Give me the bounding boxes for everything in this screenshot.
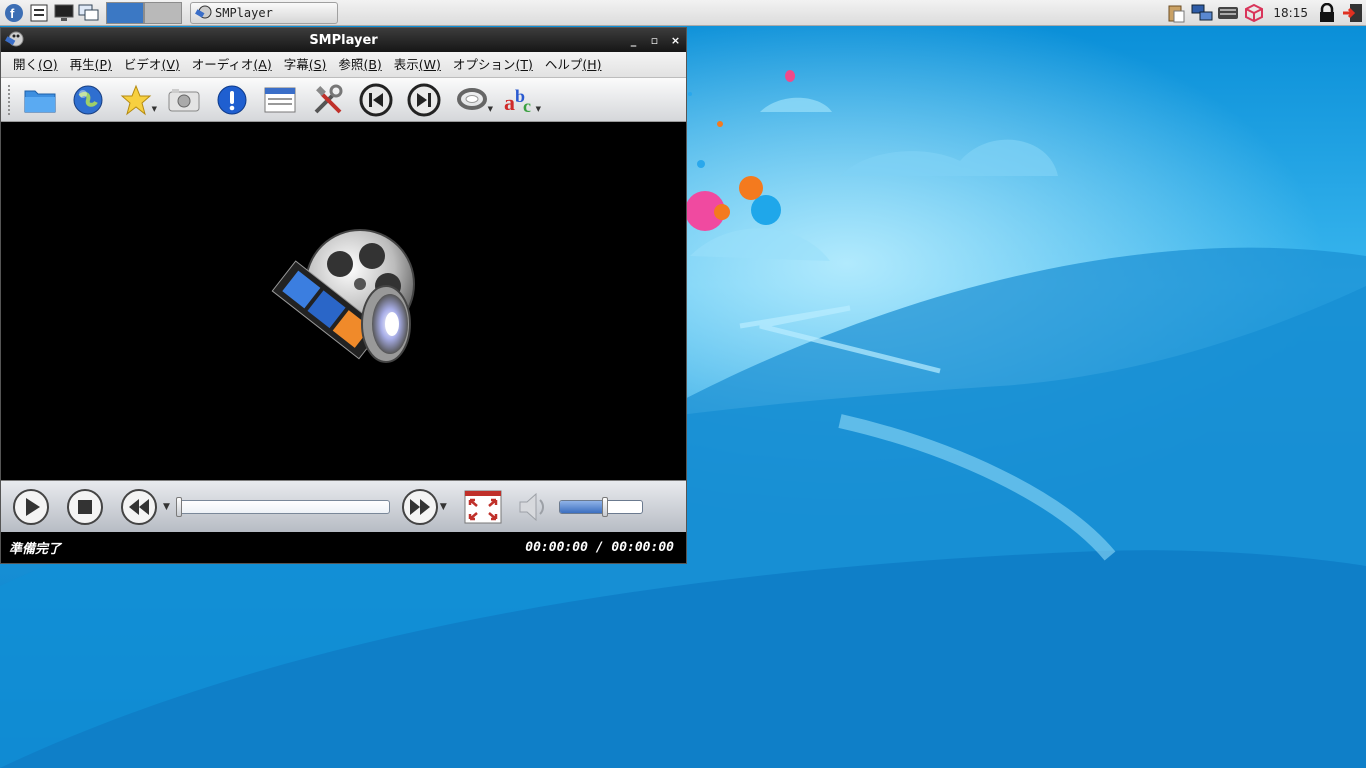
status-bar: 準備完了 00:00:00 / 00:00:00 — [1, 532, 686, 562]
svg-text:a: a — [504, 90, 515, 115]
seek-slider[interactable] — [175, 496, 390, 517]
window-title: SMPlayer — [309, 32, 378, 48]
taskbar-button-label: SMPlayer — [215, 5, 273, 20]
top-panel: f SMPlayer 18:15 — [0, 0, 1366, 26]
menu-view[interactable]: 表示(W) — [388, 53, 447, 77]
menu-open[interactable]: 開く(O) — [7, 53, 64, 77]
volume-handle[interactable] — [601, 496, 608, 517]
smplayer-logo-icon — [271, 229, 415, 363]
monitor-icon[interactable] — [53, 2, 75, 24]
stop-icon — [67, 488, 103, 525]
menu-bar: 開く(O) 再生(P) ビデオ(V) オーディオ(A) 字幕(S) 参照(B) … — [1, 52, 686, 78]
tools-icon — [314, 84, 343, 113]
info-icon — [217, 85, 247, 114]
skip-next-icon — [407, 83, 441, 116]
volume-fill — [559, 500, 605, 513]
camera-icon — [168, 88, 200, 111]
fedora-logo-icon[interactable]: f — [3, 2, 25, 24]
rewind-button[interactable] — [119, 487, 159, 527]
chevron-down-icon[interactable]: ▼ — [536, 105, 541, 113]
skip-previous-icon — [359, 83, 393, 116]
fast-forward-icon — [401, 488, 438, 525]
smplayer-icon — [195, 5, 212, 18]
open-url-button[interactable] — [67, 81, 109, 119]
package-icon[interactable] — [1243, 2, 1265, 24]
svg-text:c: c — [523, 96, 531, 116]
window-titlebar[interactable]: SMPlayer _ ▫ × — [1, 28, 686, 52]
folder-icon — [24, 90, 56, 112]
menu-subtitles[interactable]: 字幕(S) — [278, 53, 333, 77]
menu-browse[interactable]: 参照(B) — [332, 53, 387, 77]
stop-button[interactable] — [65, 487, 105, 527]
globe-icon — [73, 85, 103, 114]
screenshot-button[interactable] — [163, 81, 205, 119]
volume-slider[interactable] — [558, 496, 643, 517]
star-icon — [120, 84, 152, 115]
smplayer-window: SMPlayer _ ▫ × 開く(O) 再生(P) ビデオ(V) オーディオ(… — [0, 27, 687, 564]
rewind-menu-chevron-down-icon[interactable]: ▼ — [163, 502, 170, 512]
workspace-2[interactable] — [144, 1, 182, 24]
close-button[interactable]: × — [665, 30, 686, 50]
system-tray: 18:15 — [1163, 0, 1366, 26]
menu-help[interactable]: ヘルプ(H) — [539, 53, 608, 77]
workspace-switcher[interactable] — [106, 1, 182, 24]
toolbar-grip[interactable] — [7, 83, 11, 116]
logout-icon[interactable] — [1342, 2, 1364, 24]
subtitles-button[interactable]: abc ▼ — [499, 81, 541, 119]
play-button[interactable] — [11, 487, 51, 527]
fullscreen-button[interactable] — [463, 487, 503, 527]
chevron-down-icon[interactable]: ▼ — [488, 105, 493, 113]
lock-icon[interactable] — [1316, 2, 1338, 24]
mute-button[interactable] — [513, 487, 553, 527]
keyboard-icon[interactable] — [1217, 2, 1239, 24]
playlist-icon — [264, 87, 296, 112]
video-area[interactable] — [1, 122, 686, 480]
svg-text:f: f — [10, 6, 15, 21]
abc-icon: a bc — [504, 86, 531, 116]
menu-video[interactable]: ビデオ(V) — [118, 53, 186, 77]
audio-track-button[interactable]: ▼ — [451, 81, 493, 119]
control-bar: ▼ ▼ — [1, 480, 686, 532]
info-button[interactable] — [211, 81, 253, 119]
windows-icon[interactable] — [78, 2, 100, 24]
clock[interactable]: 18:15 — [1273, 6, 1308, 20]
network-icon[interactable] — [1191, 2, 1213, 24]
forward-menu-chevron-down-icon[interactable]: ▼ — [440, 502, 447, 512]
clipboard-icon[interactable] — [1165, 2, 1187, 24]
favorites-button[interactable]: ▼ — [115, 81, 157, 119]
fullscreen-icon — [464, 490, 502, 523]
smplayer-icon[interactable] — [4, 30, 24, 50]
playlist-button[interactable] — [259, 81, 301, 119]
preferences-button[interactable] — [307, 81, 349, 119]
status-message: 準備完了 — [9, 541, 62, 557]
next-button[interactable] — [403, 81, 445, 119]
file-manager-icon[interactable] — [28, 2, 50, 24]
rewind-icon — [121, 488, 157, 525]
speaker-icon — [519, 492, 544, 521]
main-toolbar: ▼ ▼ abc ▼ — [1, 78, 686, 122]
menu-options[interactable]: オプション(T) — [447, 53, 539, 77]
menu-audio[interactable]: オーディオ(A) — [186, 53, 278, 77]
seek-handle[interactable] — [175, 496, 182, 517]
forward-button[interactable] — [400, 487, 440, 527]
workspace-1[interactable] — [106, 1, 144, 24]
menu-play[interactable]: 再生(P) — [64, 53, 118, 77]
headphones-icon — [457, 87, 487, 110]
maximize-button[interactable]: ▫ — [644, 30, 665, 50]
time-display: 00:00:00 / 00:00:00 — [525, 539, 674, 555]
open-folder-button[interactable] — [19, 81, 61, 119]
previous-button[interactable] — [355, 81, 397, 119]
minimize-button[interactable]: _ — [623, 30, 644, 50]
play-icon — [13, 488, 49, 525]
taskbar-button-smplayer[interactable]: SMPlayer — [190, 1, 338, 24]
chevron-down-icon[interactable]: ▼ — [152, 105, 157, 113]
